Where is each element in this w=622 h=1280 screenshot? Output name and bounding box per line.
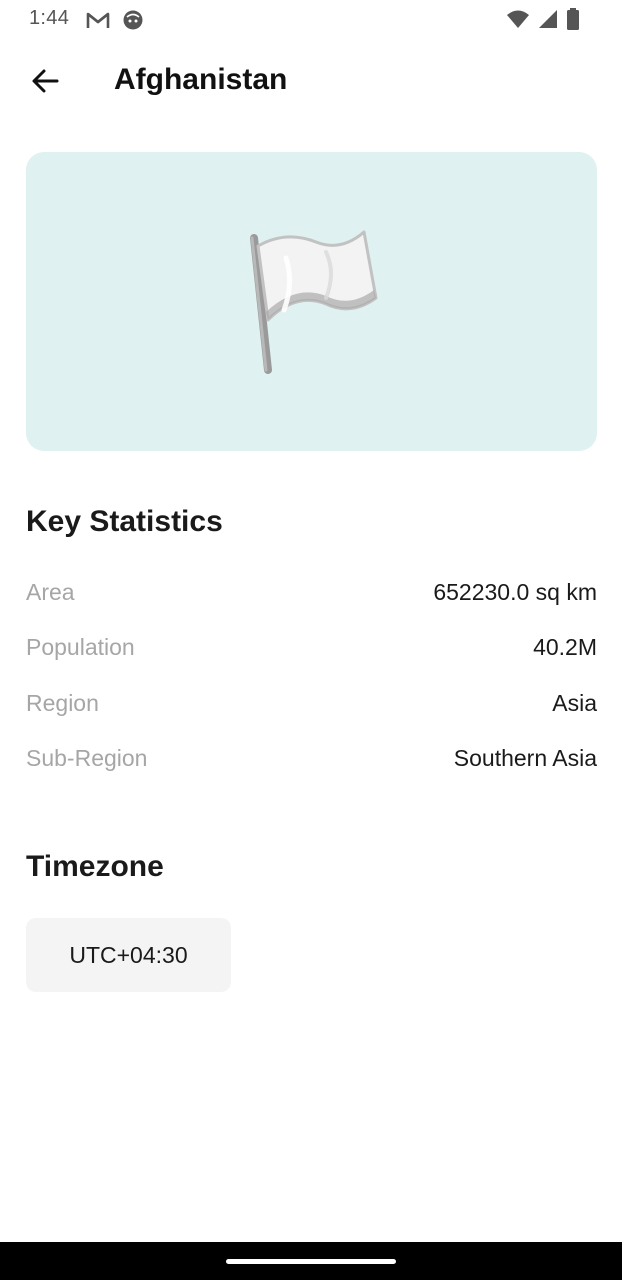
key-statistics-title: Key Statistics bbox=[26, 505, 223, 538]
stat-value: Asia bbox=[552, 689, 597, 716]
stat-label: Sub-Region bbox=[26, 744, 148, 771]
notification-face-icon bbox=[122, 9, 144, 36]
flag-card bbox=[26, 152, 597, 451]
stat-label: Population bbox=[26, 633, 135, 660]
stat-row-population: Population 40.2M bbox=[26, 629, 597, 665]
app-bar: Afghanistan bbox=[0, 48, 622, 118]
stat-row-area: Area 652230.0 sq km bbox=[26, 574, 597, 610]
arrow-back-icon bbox=[30, 66, 60, 101]
timezone-title: Timezone bbox=[26, 850, 164, 883]
page-title: Afghanistan bbox=[114, 63, 288, 96]
battery-icon bbox=[566, 8, 580, 35]
stat-row-region: Region Asia bbox=[26, 685, 597, 721]
timezone-chip[interactable]: UTC+04:30 bbox=[26, 918, 231, 992]
white-flag-icon bbox=[246, 228, 380, 376]
stat-value: 652230.0 sq km bbox=[433, 578, 597, 605]
status-time: 1:44 bbox=[29, 7, 70, 29]
stat-value: 40.2M bbox=[533, 633, 597, 660]
stat-value: Southern Asia bbox=[453, 744, 597, 771]
system-nav-bar bbox=[0, 1242, 622, 1280]
home-indicator[interactable] bbox=[226, 1259, 396, 1264]
stat-label: Region bbox=[26, 689, 99, 716]
wifi-icon bbox=[506, 9, 530, 34]
stat-label: Area bbox=[26, 578, 75, 605]
back-button[interactable] bbox=[22, 60, 68, 106]
stat-row-sub-region: Sub-Region Southern Asia bbox=[26, 740, 597, 776]
status-bar: 1:44 bbox=[0, 0, 622, 40]
signal-icon bbox=[538, 9, 558, 34]
gmail-icon bbox=[86, 11, 110, 34]
